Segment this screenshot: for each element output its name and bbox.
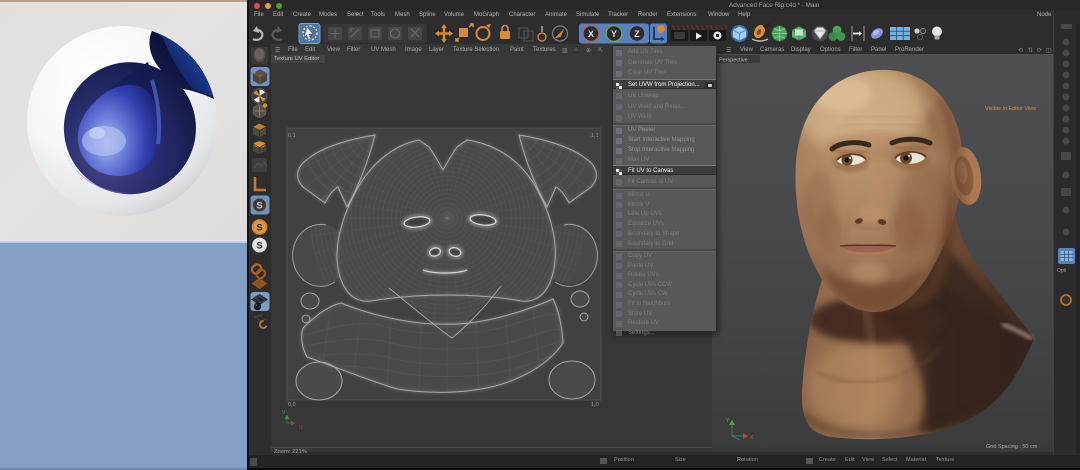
svg-text:1,1: 1,1 (591, 133, 599, 139)
svg-text:Z: Z (634, 29, 640, 39)
svg-text:0,0: 0,0 (288, 402, 296, 408)
svg-text:Y: Y (611, 29, 617, 39)
svg-text:U: U (299, 425, 303, 431)
svg-text:Grid Spacing : 50 cm: Grid Spacing : 50 cm (986, 444, 1038, 450)
svg-text:X: X (588, 29, 594, 39)
svg-text:V: V (282, 410, 286, 416)
svg-text:S: S (256, 223, 262, 234)
svg-text:Visible in Editor View: Visible in Editor View (985, 106, 1036, 112)
svg-text:S: S (256, 201, 262, 212)
svg-text:Perspective: Perspective (719, 58, 748, 64)
svg-text:0,1: 0,1 (288, 133, 296, 139)
svg-text:S: S (256, 241, 262, 252)
svg-text:Opti: Opti (1057, 268, 1066, 274)
svg-text:1,0: 1,0 (591, 402, 599, 408)
